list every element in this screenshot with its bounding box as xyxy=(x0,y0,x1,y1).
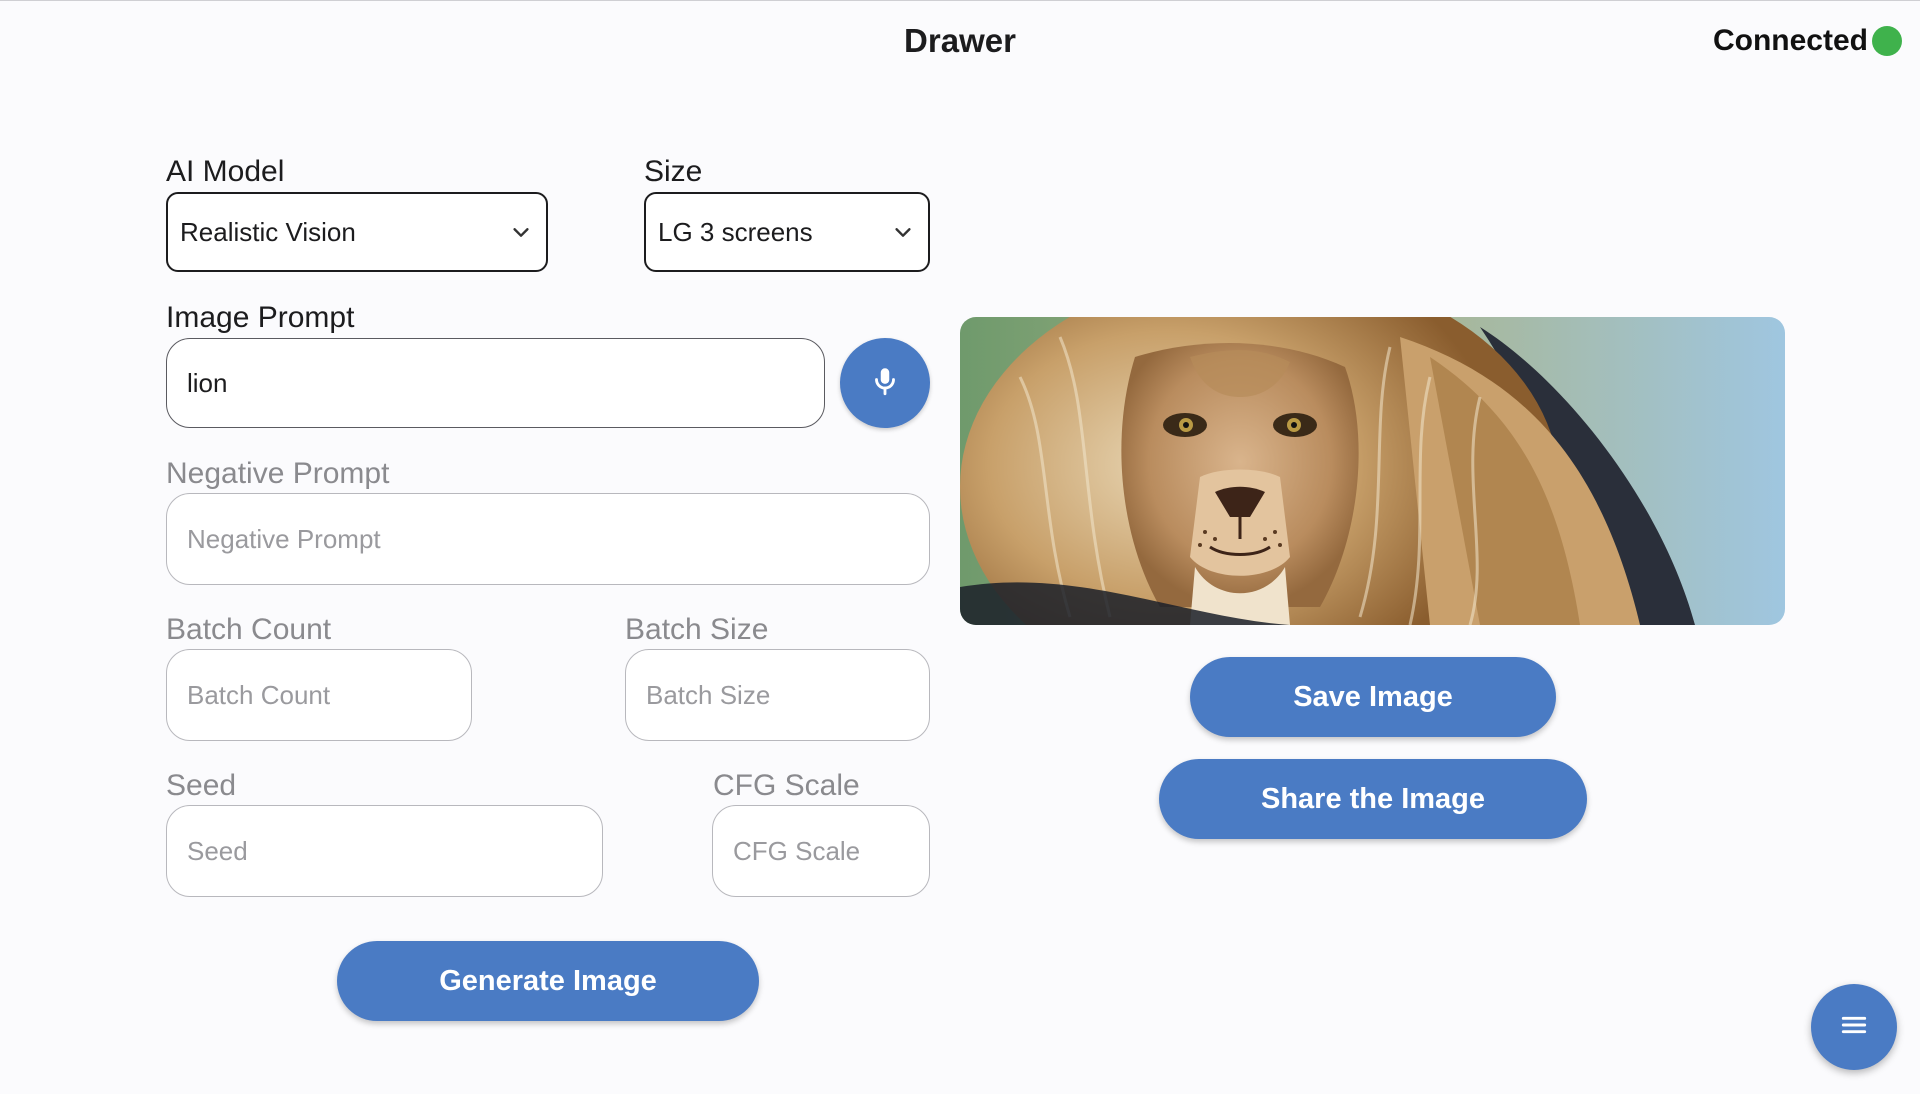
cfg-scale-input[interactable] xyxy=(731,834,911,868)
chevron-down-icon xyxy=(890,219,916,245)
size-label: Size xyxy=(644,155,703,188)
connection-status: Connected xyxy=(1713,24,1902,58)
negative-prompt-field[interactable] xyxy=(166,493,930,585)
menu-icon xyxy=(1838,1009,1870,1046)
seed-label: Seed xyxy=(166,769,237,802)
ai-model-select[interactable]: Realistic Vision xyxy=(166,192,548,272)
cfg-scale-label: CFG Scale xyxy=(713,769,860,802)
generated-image-preview xyxy=(960,317,1785,625)
connection-status-dot xyxy=(1872,26,1902,56)
batch-size-field[interactable] xyxy=(625,649,930,741)
save-image-button[interactable]: Save Image xyxy=(1190,657,1556,737)
connection-status-label: Connected xyxy=(1712,24,1868,57)
ai-model-label: AI Model xyxy=(166,155,285,188)
share-image-button[interactable]: Share the Image xyxy=(1159,759,1587,839)
menu-button[interactable] xyxy=(1811,984,1897,1070)
negative-prompt-label: Negative Prompt xyxy=(166,457,390,490)
seed-input[interactable] xyxy=(185,834,584,868)
negative-prompt-input[interactable] xyxy=(185,522,911,556)
voice-input-button[interactable] xyxy=(840,338,930,428)
microphone-icon xyxy=(868,364,902,403)
batch-size-input[interactable] xyxy=(644,678,911,712)
image-prompt-input[interactable] xyxy=(185,366,806,400)
ai-model-value: Realistic Vision xyxy=(180,216,356,247)
chevron-down-icon xyxy=(508,219,534,245)
image-prompt-label: Image Prompt xyxy=(166,301,355,334)
cfg-scale-field[interactable] xyxy=(712,805,930,897)
size-value: LG 3 screens xyxy=(658,216,813,247)
batch-count-input[interactable] xyxy=(185,678,453,712)
size-select[interactable]: LG 3 screens xyxy=(644,192,930,272)
generate-image-button[interactable]: Generate Image xyxy=(337,941,759,1021)
top-divider xyxy=(0,0,1920,1)
seed-field[interactable] xyxy=(166,805,603,897)
app-title: Drawer xyxy=(904,22,1016,59)
batch-count-label: Batch Count xyxy=(166,613,332,646)
image-prompt-field[interactable] xyxy=(166,338,825,428)
batch-size-label: Batch Size xyxy=(625,613,769,646)
batch-count-field[interactable] xyxy=(166,649,472,741)
